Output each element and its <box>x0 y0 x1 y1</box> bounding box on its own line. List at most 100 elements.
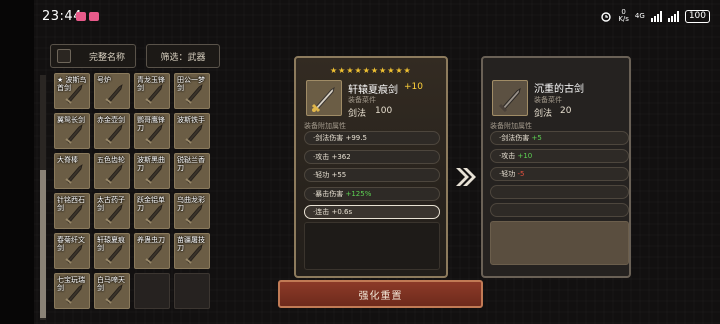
current-attr-row[interactable]: ·轻功 +55 <box>304 168 440 182</box>
weapon-slot[interactable]: ★ 波斯鸟首剑 <box>54 73 90 109</box>
filter-button[interactable]: 筛选：武器 <box>146 44 220 68</box>
weapon-slot-name: 田公一梦剑 <box>177 76 205 92</box>
enhance-reset-button[interactable]: 强化重置 <box>278 280 483 308</box>
weapon-slot[interactable]: 苗疆屠技刀 <box>174 233 210 269</box>
full-name-label: 完整名称 <box>89 52 126 63</box>
star-icon: ★ <box>387 66 395 75</box>
weapon-icon <box>105 84 123 104</box>
weapon-slot[interactable]: 田公一梦剑 <box>174 73 210 109</box>
star-icon: ★ <box>370 66 379 75</box>
weapon-slot[interactable]: 翼鸳长剑 <box>54 113 90 149</box>
weapon-slot[interactable] <box>174 273 210 309</box>
star-icon: ★ <box>346 66 354 75</box>
attr-value: +362 <box>331 152 351 161</box>
weapon-slot[interactable]: 养蛊虫刀 <box>134 233 170 269</box>
current-skill-value: 100 <box>375 106 393 116</box>
weapon-slot-name: 养蛊虫刀 <box>137 236 165 244</box>
weapon-slot-name: 乌曲龙彩刀 <box>177 196 205 212</box>
weapon-slot-name: 太古药子剑 <box>97 196 125 212</box>
weapon-slot-name: 五色齿轮 <box>97 156 125 164</box>
weapon-slot-name: 大脊棒 <box>57 156 78 164</box>
weapon-slot[interactable]: 跃金铝单刀 <box>134 193 170 229</box>
weapon-slot[interactable]: 太古药子剑 <box>94 193 130 229</box>
attr-value: +0.6s <box>331 208 353 216</box>
weapon-icon <box>105 124 123 144</box>
attr-label: ·攻击 <box>499 152 516 160</box>
compare-weapon-name: 沉重的古剑 <box>534 84 584 95</box>
attr-value: +55 <box>331 171 347 179</box>
weapon-slot[interactable]: 白马啼天剑 <box>94 273 130 309</box>
weapon-slot-name: 翼鸳长剑 <box>57 116 85 124</box>
weapon-slot-name: 七宝玩瑞剑 <box>57 276 85 292</box>
compare-skill-value: 20 <box>560 106 572 116</box>
weapon-slot[interactable]: 大脊棒 <box>54 153 90 189</box>
weapon-icon <box>65 124 83 144</box>
attr-label: ·轻功 <box>499 170 516 178</box>
attr-label: ·剑法伤害 <box>499 134 530 142</box>
current-attr-row[interactable]: ·剑法伤害 +99.5 <box>304 131 440 145</box>
weapon-slot-name: 跃金铝单刀 <box>137 196 165 212</box>
weapon-icon <box>105 164 123 184</box>
left-edge-shade <box>0 0 34 324</box>
alarm-icon <box>601 12 612 22</box>
attr-value: +5 <box>531 134 542 142</box>
grid-scrollbar-thumb[interactable] <box>40 170 46 318</box>
attr-label: ·暴击伤害 <box>313 189 344 198</box>
compare-weapon-material: 装备菜件 <box>534 96 562 104</box>
battery-icon: 100 <box>684 9 710 23</box>
weapon-slot-name: 轩辕夏痕剑 <box>97 236 125 252</box>
weapon-slot-name: 青龙玉锋剑 <box>137 76 165 92</box>
compare-weapon-icon-frame <box>492 80 528 116</box>
notification-icon <box>76 12 86 21</box>
status-bar: 23:44 0 K/s 4G 100 <box>0 0 720 34</box>
enhance-level: +10 <box>404 82 423 92</box>
star-icon: ★ <box>395 66 403 75</box>
current-attr-row[interactable]: ·攻击 +362 <box>304 149 440 164</box>
notification-icon <box>89 12 99 21</box>
weapon-grid: ★ 波斯鸟首剑 号炉 青龙玉锋剑 田公一梦剑翼鸳长剑 赤金壶剑 鹦哥鹰锋刀 波斯铁手大脊棒 五… <box>54 73 210 309</box>
weapon-slot[interactable]: 针铭西石剑 <box>54 193 90 229</box>
weapon-slot[interactable]: 五色齿轮 <box>94 153 130 189</box>
compare-attr-empty-row <box>490 203 629 217</box>
compare-attr-row: ·剑法伤害 +5 <box>490 131 629 145</box>
sword-icon <box>498 87 521 113</box>
attr-label: ·剑法伤害 <box>313 134 344 142</box>
weapon-slot[interactable]: 乌曲龙彩刀 <box>174 193 210 229</box>
weapon-slot[interactable]: 号炉 <box>94 73 130 109</box>
weapon-slot[interactable]: 春菊纤文剑 <box>54 233 90 269</box>
weapon-icon <box>185 124 203 144</box>
full-name-checkbox[interactable] <box>57 49 71 63</box>
weapon-slot-name: 春菊纤文剑 <box>57 236 85 252</box>
signal-icon <box>650 10 662 22</box>
weapon-slot[interactable]: 锐鞑兰香刀 <box>174 153 210 189</box>
signal-icon <box>667 10 679 22</box>
weapon-slot[interactable]: 青龙玉锋剑 <box>134 73 170 109</box>
attr-bonus: +125% <box>345 189 372 198</box>
compare-skill-label: 剑法 <box>534 109 553 119</box>
star-icon: ★ <box>338 66 346 75</box>
weapon-icon <box>145 244 163 264</box>
weapon-slot[interactable]: 轩辕夏痕剑 <box>94 233 130 269</box>
compare-empty-slot <box>490 221 629 265</box>
weapon-slot[interactable]: 波斯铁手 <box>174 113 210 149</box>
weapon-slot[interactable]: 鹦哥鹰锋刀 <box>134 113 170 149</box>
star-icon: ★ <box>330 66 338 75</box>
weapon-slot[interactable]: 赤金壶剑 <box>94 113 130 149</box>
current-attr-row[interactable]: ·连击 +0.6s <box>304 205 440 219</box>
star-icon: ★ <box>362 66 370 75</box>
sword-icon <box>311 86 335 113</box>
weapon-slot[interactable] <box>134 273 170 309</box>
attr-label: ·攻击 <box>313 152 330 161</box>
weapon-slot[interactable]: 波斯黑曲刀 <box>134 153 170 189</box>
current-skill-label: 剑法 <box>348 109 367 119</box>
double-chevron-right-icon <box>456 168 476 186</box>
weapon-slot-name: 波斯黑曲刀 <box>137 156 165 172</box>
attr-label: ·连击 <box>313 208 330 216</box>
compare-attr-row: ·轻功 -5 <box>490 167 629 181</box>
full-name-toggle[interactable]: 完整名称 <box>50 44 136 68</box>
attr-value: +10 <box>517 152 533 160</box>
weapon-slot[interactable]: 七宝玩瑞剑 <box>54 273 90 309</box>
network-type: 4G <box>634 12 645 20</box>
current-weapon-name: 轩辕夏痕剑 <box>348 85 398 96</box>
current-attr-row[interactable]: ·暴击伤害 +125% <box>304 186 440 201</box>
